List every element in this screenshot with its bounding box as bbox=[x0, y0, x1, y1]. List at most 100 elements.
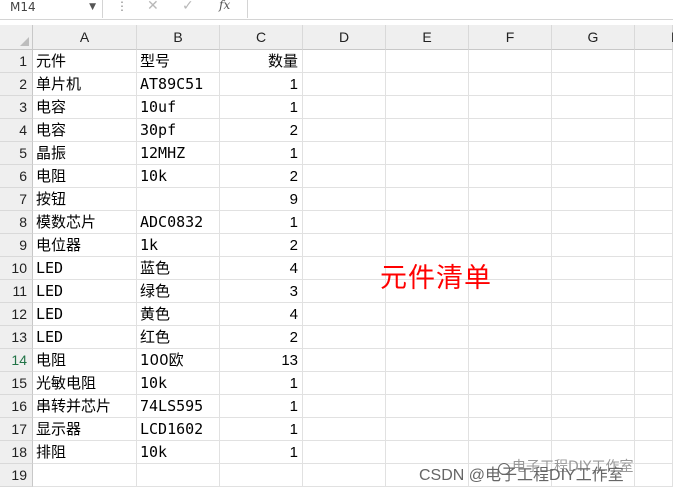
table-cell[interactable] bbox=[469, 119, 552, 142]
column-header-c[interactable]: C bbox=[220, 25, 303, 50]
table-cell[interactable] bbox=[552, 326, 635, 349]
table-cell[interactable] bbox=[552, 280, 635, 303]
table-cell[interactable] bbox=[303, 96, 386, 119]
table-cell[interactable] bbox=[635, 73, 673, 96]
row-header[interactable]: 3 bbox=[0, 96, 33, 119]
table-cell[interactable]: 10k bbox=[137, 165, 220, 188]
table-cell[interactable]: 电位器 bbox=[33, 234, 137, 257]
row-header[interactable]: 6 bbox=[0, 165, 33, 188]
row-header[interactable]: 16 bbox=[0, 395, 33, 418]
table-cell[interactable] bbox=[469, 211, 552, 234]
table-cell[interactable] bbox=[386, 96, 469, 119]
row-header[interactable]: 11 bbox=[0, 280, 33, 303]
column-header-a[interactable]: A bbox=[33, 25, 137, 50]
table-cell[interactable] bbox=[552, 303, 635, 326]
row-header[interactable]: 18 bbox=[0, 441, 33, 464]
table-cell[interactable]: 电容 bbox=[33, 96, 137, 119]
table-cell[interactable]: 12MHZ bbox=[137, 142, 220, 165]
table-cell[interactable]: ADC0832 bbox=[137, 211, 220, 234]
table-cell[interactable]: 9 bbox=[220, 188, 303, 211]
table-cell[interactable]: 光敏电阻 bbox=[33, 372, 137, 395]
table-cell[interactable]: 电阻 bbox=[33, 165, 137, 188]
table-cell[interactable]: 2 bbox=[220, 326, 303, 349]
row-header[interactable]: 17 bbox=[0, 418, 33, 441]
table-cell[interactable]: 串转并芯片 bbox=[33, 395, 137, 418]
select-all-button[interactable] bbox=[0, 25, 33, 50]
table-cell[interactable]: 绿色 bbox=[137, 280, 220, 303]
table-cell[interactable] bbox=[552, 395, 635, 418]
chevron-down-icon[interactable]: ▼ bbox=[89, 0, 96, 14]
table-cell[interactable] bbox=[33, 464, 137, 487]
table-cell[interactable] bbox=[303, 464, 386, 487]
row-header[interactable]: 5 bbox=[0, 142, 33, 165]
table-cell[interactable]: 10uf bbox=[137, 96, 220, 119]
table-cell[interactable] bbox=[552, 257, 635, 280]
row-header[interactable]: 10 bbox=[0, 257, 33, 280]
table-cell[interactable] bbox=[552, 234, 635, 257]
row-header[interactable]: 14 bbox=[0, 349, 33, 372]
column-header-h[interactable]: H bbox=[635, 25, 673, 50]
table-cell[interactable] bbox=[552, 211, 635, 234]
table-cell[interactable]: 13 bbox=[220, 349, 303, 372]
table-cell[interactable] bbox=[552, 142, 635, 165]
table-cell[interactable] bbox=[635, 395, 673, 418]
table-cell[interactable] bbox=[386, 303, 469, 326]
table-cell[interactable] bbox=[635, 96, 673, 119]
table-cell[interactable]: LED bbox=[33, 280, 137, 303]
table-cell[interactable] bbox=[469, 234, 552, 257]
table-cell[interactable] bbox=[386, 165, 469, 188]
table-cell[interactable] bbox=[469, 142, 552, 165]
table-cell[interactable]: 模数芯片 bbox=[33, 211, 137, 234]
cancel-icon[interactable]: ✕ bbox=[147, 0, 159, 14]
table-cell[interactable] bbox=[469, 418, 552, 441]
row-header[interactable]: 4 bbox=[0, 119, 33, 142]
table-cell[interactable] bbox=[552, 165, 635, 188]
table-cell[interactable] bbox=[303, 73, 386, 96]
row-header[interactable]: 9 bbox=[0, 234, 33, 257]
table-cell[interactable] bbox=[137, 464, 220, 487]
table-cell[interactable] bbox=[469, 395, 552, 418]
table-cell[interactable]: 1 bbox=[220, 211, 303, 234]
insert-function-icon[interactable]: fx bbox=[219, 0, 230, 12]
table-cell[interactable] bbox=[552, 418, 635, 441]
table-cell[interactable]: LED bbox=[33, 257, 137, 280]
table-cell[interactable]: 100欧 bbox=[137, 349, 220, 372]
table-cell[interactable] bbox=[303, 418, 386, 441]
column-header-d[interactable]: D bbox=[303, 25, 386, 50]
table-cell[interactable] bbox=[552, 73, 635, 96]
table-cell[interactable]: 30pf bbox=[137, 119, 220, 142]
table-cell[interactable]: 按钮 bbox=[33, 188, 137, 211]
table-cell[interactable] bbox=[635, 464, 673, 487]
row-header[interactable]: 13 bbox=[0, 326, 33, 349]
table-cell[interactable]: 4 bbox=[220, 303, 303, 326]
table-cell[interactable] bbox=[635, 326, 673, 349]
table-cell[interactable] bbox=[635, 211, 673, 234]
table-cell[interactable] bbox=[635, 188, 673, 211]
table-cell[interactable] bbox=[303, 303, 386, 326]
table-cell[interactable] bbox=[386, 119, 469, 142]
row-header[interactable]: 8 bbox=[0, 211, 33, 234]
table-cell[interactable]: 1 bbox=[220, 441, 303, 464]
table-cell[interactable] bbox=[303, 257, 386, 280]
table-cell[interactable] bbox=[552, 349, 635, 372]
table-cell[interactable] bbox=[386, 50, 469, 73]
table-cell[interactable] bbox=[220, 464, 303, 487]
row-header[interactable]: 19 bbox=[0, 464, 33, 487]
table-cell[interactable] bbox=[552, 188, 635, 211]
table-cell[interactable] bbox=[386, 234, 469, 257]
table-cell[interactable]: 10k bbox=[137, 441, 220, 464]
table-cell[interactable] bbox=[303, 188, 386, 211]
table-cell[interactable] bbox=[303, 142, 386, 165]
table-cell[interactable] bbox=[303, 165, 386, 188]
table-cell[interactable]: 3 bbox=[220, 280, 303, 303]
table-cell[interactable] bbox=[469, 96, 552, 119]
table-cell[interactable]: 排阻 bbox=[33, 441, 137, 464]
column-header-b[interactable]: B bbox=[137, 25, 220, 50]
formula-input[interactable] bbox=[247, 0, 673, 18]
table-cell[interactable]: 数量 bbox=[220, 50, 303, 73]
table-cell[interactable]: 1 bbox=[220, 73, 303, 96]
table-cell[interactable] bbox=[469, 372, 552, 395]
table-cell[interactable] bbox=[469, 303, 552, 326]
row-header[interactable]: 2 bbox=[0, 73, 33, 96]
table-cell[interactable]: AT89C51 bbox=[137, 73, 220, 96]
